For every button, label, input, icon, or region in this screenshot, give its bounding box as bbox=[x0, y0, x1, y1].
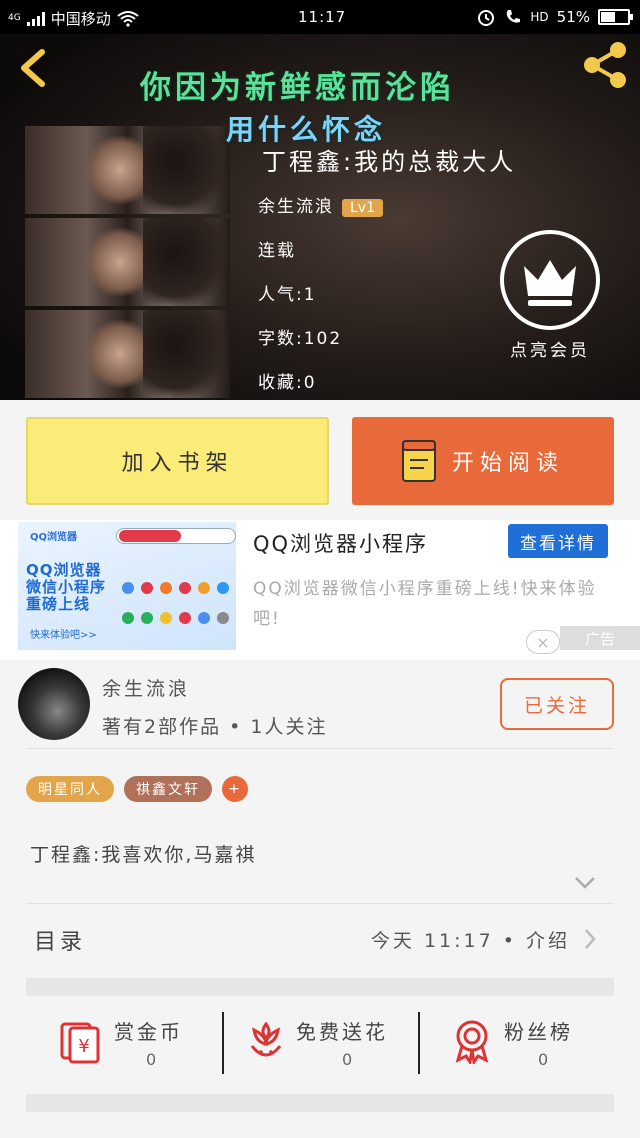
tag-chip[interactable]: 祺鑫文轩 bbox=[124, 776, 212, 802]
ad-image-brand: QQ浏览器 bbox=[30, 532, 78, 543]
stat-label: 赏金币 bbox=[114, 1020, 183, 1044]
red-envelope-icon: ¥ bbox=[60, 1022, 100, 1064]
table-of-contents-row[interactable]: 目录 今天 11:17 • 介绍 bbox=[26, 904, 614, 976]
ad-banner[interactable]: QQ浏览器 QQ浏览器 微信小程序 重磅上线 快来体验吧>> QQ浏览器小程序 … bbox=[0, 520, 640, 660]
back-arrow-icon[interactable] bbox=[14, 46, 54, 90]
start-reading-label: 开始阅读 bbox=[451, 451, 564, 476]
section-separator bbox=[26, 1094, 614, 1112]
battery-icon bbox=[598, 9, 633, 25]
stat-value: 0 bbox=[146, 1050, 157, 1069]
avatar[interactable] bbox=[18, 668, 90, 740]
chevron-right-icon bbox=[585, 929, 596, 949]
level-badge: Lv1 bbox=[342, 199, 383, 217]
author-card[interactable]: 余生流浪 著有2部作品 • 1人关注 已关注 bbox=[0, 660, 640, 748]
section-separator bbox=[26, 978, 614, 996]
ad-image-cta: 快来体验吧>> bbox=[30, 630, 97, 641]
start-reading-button[interactable]: 开始阅读 bbox=[352, 417, 614, 505]
ad-detail-button[interactable]: 查看详情 bbox=[508, 524, 608, 558]
serial-status: 连载 bbox=[258, 241, 296, 261]
popularity: 人气:1 bbox=[258, 285, 317, 305]
stat-fans[interactable]: 粉丝榜 0 bbox=[418, 1000, 614, 1092]
crown-icon bbox=[524, 260, 576, 306]
follow-button[interactable]: 已关注 bbox=[500, 678, 614, 730]
ad-label: 广告 bbox=[560, 626, 640, 650]
ad-image-headline: QQ浏览器 微信小程序 重磅上线 bbox=[26, 561, 107, 613]
add-to-shelf-button[interactable]: 加入书架 bbox=[26, 417, 329, 505]
author-card-meta: 著有2部作品 • 1人关注 bbox=[102, 716, 328, 738]
alarm-icon bbox=[478, 10, 495, 26]
battery-fill bbox=[601, 12, 616, 22]
add-tag-button[interactable]: + bbox=[222, 776, 248, 802]
cover-panel bbox=[25, 218, 230, 306]
cover-panel bbox=[25, 310, 230, 398]
book-description: 丁程鑫:我喜欢你,马嘉祺 bbox=[30, 844, 257, 866]
svg-text:¥: ¥ bbox=[78, 1036, 89, 1057]
favorites-count: 收藏:0 bbox=[258, 373, 317, 393]
toc-update-info: 今天 11:17 • 介绍 bbox=[370, 930, 570, 952]
carrier-name: 中国移动 bbox=[50, 10, 111, 28]
toc-title: 目录 bbox=[34, 930, 87, 955]
book-header: 你因为新鲜感而沦陷 用什么怀念 丁程鑫:我的总裁大人 余生流浪 Lv1 连载 人气… bbox=[0, 0, 640, 400]
status-bar: 4G 中国移动 11:17 HD 51% bbox=[0, 0, 640, 34]
battery-percent: 51% bbox=[556, 8, 590, 26]
cover-panel bbox=[25, 126, 230, 214]
author-name[interactable]: 余生流浪 bbox=[258, 197, 334, 217]
clock: 11:17 bbox=[298, 8, 347, 26]
divider bbox=[26, 748, 614, 749]
chevron-down-icon[interactable] bbox=[574, 876, 596, 890]
stat-label: 粉丝榜 bbox=[504, 1020, 573, 1044]
stat-reward[interactable]: ¥ 赏金币 0 bbox=[26, 1000, 222, 1092]
phone-icon bbox=[507, 10, 521, 23]
stat-flowers[interactable]: 免费送花 0 bbox=[222, 1000, 418, 1092]
vip-label[interactable]: 点亮会员 bbox=[510, 336, 590, 361]
medal-icon bbox=[455, 1020, 489, 1064]
ad-title[interactable]: QQ浏览器小程序 bbox=[253, 528, 428, 558]
stat-value: 0 bbox=[342, 1050, 353, 1069]
book-icon bbox=[401, 440, 436, 482]
stats-bar: ¥ 赏金币 0 免费送花 0 粉丝榜 0 bbox=[26, 1000, 614, 1092]
stat-value: 0 bbox=[538, 1050, 549, 1069]
ad-description: QQ浏览器微信小程序重磅上线!快来体验吧! bbox=[253, 579, 597, 629]
ad-image-search-pill bbox=[116, 528, 236, 544]
share-icon[interactable] bbox=[580, 40, 630, 90]
network-type: 4G bbox=[8, 13, 21, 23]
ad-image-app-grid bbox=[122, 582, 232, 636]
hd-indicator: HD bbox=[530, 10, 549, 24]
tag-list: 明星同人 祺鑫文轩 + bbox=[26, 776, 248, 802]
book-title: 丁程鑫:我的总裁大人 bbox=[262, 148, 517, 176]
author-card-name[interactable]: 余生流浪 bbox=[102, 674, 190, 701]
stat-label: 免费送花 bbox=[296, 1020, 388, 1044]
cover-overlay-text: 你因为新鲜感而沦陷 bbox=[140, 70, 455, 106]
ad-tag-text: 广告 bbox=[584, 629, 615, 648]
signal-icon bbox=[26, 11, 45, 26]
vip-crown-button[interactable] bbox=[500, 230, 600, 330]
flower-icon bbox=[250, 1021, 282, 1057]
author-line: 余生流浪 Lv1 bbox=[258, 192, 383, 217]
word-count: 字数:102 bbox=[258, 329, 343, 349]
ad-close-button[interactable]: × bbox=[526, 630, 560, 654]
book-cover bbox=[25, 126, 230, 400]
ad-image[interactable]: QQ浏览器 QQ浏览器 微信小程序 重磅上线 快来体验吧>> bbox=[18, 522, 236, 650]
tag-chip[interactable]: 明星同人 bbox=[26, 776, 114, 802]
wifi-icon bbox=[117, 10, 139, 27]
